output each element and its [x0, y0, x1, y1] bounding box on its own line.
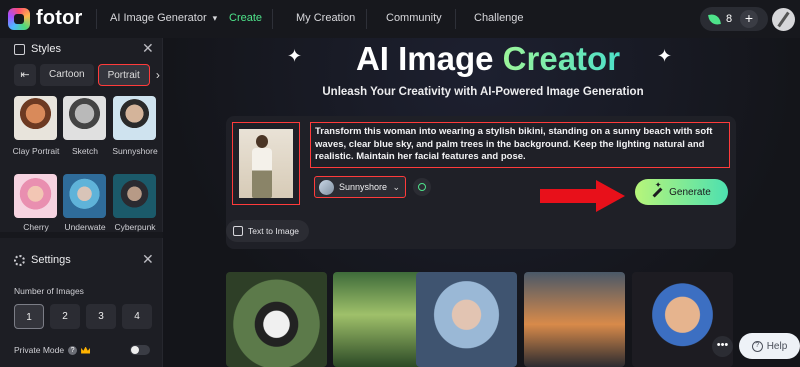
fotor-logo-icon: [8, 7, 30, 30]
fotor-logo[interactable]: fotor: [8, 7, 83, 30]
page-title: AI Image Creator: [288, 40, 688, 78]
help-label: Help: [766, 340, 788, 352]
page-subtitle: Unleash Your Creativity with AI-Powered …: [322, 86, 644, 98]
count-option-2[interactable]: 2: [50, 304, 80, 329]
gallery-card[interactable]: [226, 272, 327, 367]
number-of-images-selector: 1 2 3 4: [14, 304, 152, 329]
more-options-button[interactable]: •••: [712, 336, 733, 357]
prompt-input[interactable]: Transform this woman into wearing a styl…: [310, 122, 730, 168]
thumb-label: Sunnyshore: [112, 146, 158, 156]
styles-header: Styles: [14, 43, 61, 55]
help-icon[interactable]: ?: [68, 345, 78, 355]
nav-create[interactable]: Create: [229, 12, 262, 24]
reference-image[interactable]: [232, 122, 300, 205]
chevron-down-icon: ▾: [212, 13, 218, 23]
style-preview-icon: [319, 179, 334, 195]
settings-header: Settings: [14, 254, 71, 266]
close-icon[interactable]: ✕: [142, 251, 154, 268]
crown-icon: [81, 346, 91, 354]
styles-title: Styles: [31, 43, 61, 55]
gallery-card[interactable]: [333, 272, 429, 367]
gear-icon: [14, 254, 25, 266]
nav-ai-image-generator-label: AI Image Generator: [110, 12, 207, 24]
tabs-prev-button[interactable]: ⇤: [14, 64, 36, 86]
top-navigation-bar: fotor AI Image Generator ▾ Create My Crea…: [0, 0, 800, 38]
nav-divider: [455, 9, 456, 29]
logo-text: fotor: [36, 7, 83, 29]
style-thumb-cyberpunk[interactable]: [113, 174, 156, 218]
leaf-icon: [708, 12, 721, 26]
text-to-image-label: Text to Image: [248, 226, 300, 236]
tab-portrait[interactable]: Portrait: [97, 64, 150, 86]
avatar[interactable]: [772, 8, 795, 31]
settings-title: Settings: [31, 254, 71, 266]
text-to-image-button[interactable]: Text to Image: [226, 220, 309, 242]
credit-count: 8: [726, 13, 733, 25]
private-mode-label: Private Mode: [14, 345, 65, 355]
style-thumb-sketch[interactable]: [63, 96, 106, 140]
thumb-label: Underwate: [64, 222, 106, 232]
nav-ai-image-generator[interactable]: AI Image Generator ▾: [110, 12, 217, 24]
nav-challenge[interactable]: Challenge: [474, 12, 524, 24]
nav-divider: [272, 9, 273, 29]
title-green: Creator: [502, 40, 621, 77]
nav-my-creation[interactable]: My Creation: [296, 12, 355, 24]
count-option-3[interactable]: 3: [86, 304, 116, 329]
reference-photo: [239, 129, 293, 198]
tab-cartoon[interactable]: Cartoon: [40, 64, 94, 86]
image-icon: [233, 226, 243, 236]
panel-divider: [0, 232, 163, 238]
advanced-settings-button[interactable]: [413, 178, 431, 196]
count-option-4[interactable]: 4: [122, 304, 152, 329]
style-thumb-underwater[interactable]: [63, 174, 106, 218]
left-sidebar: Styles ✕ ⇤ Cartoon Portrait › Clay Portr…: [0, 38, 163, 367]
wand-icon: [652, 187, 663, 197]
close-icon[interactable]: ✕: [142, 40, 154, 57]
help-icon: ?: [751, 340, 763, 352]
arrow-icon: [540, 180, 625, 212]
generate-button[interactable]: Generate: [635, 179, 728, 205]
help-button[interactable]: ? Help: [739, 333, 800, 359]
title-white: AI Image: [355, 40, 503, 77]
style-dropdown[interactable]: Sunnyshore ⌄: [314, 176, 406, 198]
tabs-next-button[interactable]: ›: [154, 64, 160, 86]
chevron-down-icon: ⌄: [392, 181, 400, 192]
style-dropdown-value: Sunnyshore: [339, 182, 388, 192]
count-option-1[interactable]: 1: [14, 304, 44, 329]
private-mode-toggle[interactable]: [130, 345, 150, 355]
nav-divider: [366, 9, 367, 29]
style-thumb-cherry[interactable]: [14, 174, 57, 218]
styles-icon: [14, 43, 25, 55]
gallery-card[interactable]: [524, 272, 625, 367]
generate-label: Generate: [669, 186, 711, 198]
nav-divider: [96, 9, 97, 29]
community-gallery: [226, 272, 736, 367]
nav-community[interactable]: Community: [386, 12, 442, 24]
style-thumb-clay-portrait[interactable]: [14, 96, 57, 140]
style-category-tabs: ⇤ Cartoon Portrait ›: [14, 64, 160, 86]
number-of-images-label: Number of Images: [14, 286, 84, 296]
thumb-label: Cherry: [23, 222, 49, 232]
add-credits-button[interactable]: +: [740, 10, 758, 28]
main-area: ✦ ✦ AI Image Creator Unleash Your Creati…: [163, 38, 800, 367]
thumb-label: Sketch: [72, 146, 98, 156]
style-thumb-sunnyshore[interactable]: [113, 96, 156, 140]
private-mode-row: Private Mode ?: [14, 345, 91, 355]
gallery-card[interactable]: [416, 272, 517, 367]
thumb-label: Clay Portrait: [12, 146, 60, 156]
thumb-label: Cyberpunk: [114, 222, 156, 232]
